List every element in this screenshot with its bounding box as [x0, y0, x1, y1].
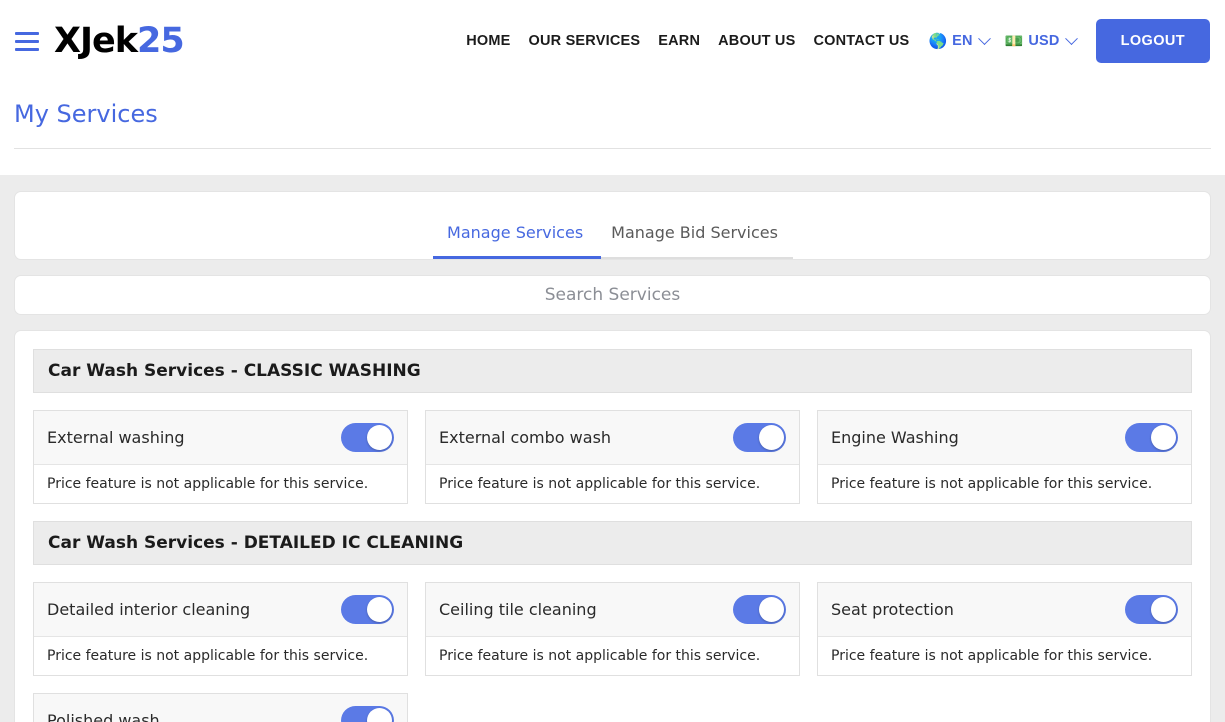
- service-toggle[interactable]: [1125, 423, 1178, 452]
- service-note: Price feature is not applicable for this…: [426, 637, 799, 675]
- service-note: Price feature is not applicable for this…: [818, 637, 1191, 675]
- service-card-header: External washing: [34, 411, 407, 465]
- hamburger-bar: [15, 48, 39, 51]
- service-toggle[interactable]: [341, 595, 394, 624]
- toggle-knob: [759, 597, 784, 622]
- toggle-knob: [367, 597, 392, 622]
- page-title-bar: My Services: [0, 82, 1225, 149]
- logout-button[interactable]: LOGOUT: [1096, 19, 1210, 63]
- service-card: Seat protection Price feature is not app…: [817, 582, 1192, 676]
- service-name: Seat protection: [831, 600, 954, 619]
- hamburger-menu-icon[interactable]: [10, 24, 44, 58]
- globe-icon: 🌎: [928, 34, 947, 49]
- search-input[interactable]: [15, 276, 1210, 314]
- active-tab-indicator: [433, 256, 601, 259]
- service-card-header: External combo wash: [426, 411, 799, 465]
- banknote-icon: 💵: [1005, 34, 1024, 49]
- main-content: Manage Services Manage Bid Services Car …: [0, 175, 1225, 722]
- currency-code: USD: [1028, 33, 1059, 49]
- service-card-grid: External washing Price feature is not ap…: [33, 410, 1192, 504]
- service-note: Price feature is not applicable for this…: [34, 465, 407, 503]
- hamburger-bar: [15, 40, 39, 43]
- service-name: External washing: [47, 428, 185, 447]
- tab-manage-bid-services[interactable]: Manage Bid Services: [597, 223, 792, 259]
- language-selector[interactable]: 🌎 EN: [918, 33, 994, 49]
- logo-accent-text: 25: [137, 21, 184, 61]
- service-card: Detailed interior cleaning Price feature…: [33, 582, 408, 676]
- title-spacer: [0, 149, 1225, 175]
- service-toggle[interactable]: [341, 423, 394, 452]
- nav-item-about-us[interactable]: ABOUT US: [709, 33, 804, 49]
- nav-item-contact-us[interactable]: CONTACT US: [804, 33, 918, 49]
- section-header-detailed-ic-cleaning: Car Wash Services - DETAILED IC CLEANING: [33, 521, 1192, 565]
- language-code: EN: [952, 33, 973, 49]
- currency-selector[interactable]: 💵 USD: [995, 33, 1082, 49]
- service-card-header: Ceiling tile cleaning: [426, 583, 799, 637]
- service-card: External combo wash Price feature is not…: [425, 410, 800, 504]
- service-card: Polished wash Price feature is not appli…: [33, 693, 408, 722]
- hamburger-bar: [15, 32, 39, 35]
- toggle-knob: [759, 425, 784, 450]
- services-panel: Car Wash Services - CLASSIC WASHING Exte…: [14, 330, 1211, 722]
- service-name: Polished wash: [47, 711, 160, 722]
- chevron-down-icon: [1065, 32, 1078, 45]
- site-logo[interactable]: XJek25: [54, 24, 184, 59]
- service-card: Engine Washing Price feature is not appl…: [817, 410, 1192, 504]
- service-note: Price feature is not applicable for this…: [426, 465, 799, 503]
- service-card: External washing Price feature is not ap…: [33, 410, 408, 504]
- toggle-knob: [367, 425, 392, 450]
- nav-item-home[interactable]: HOME: [457, 33, 519, 49]
- service-name: Engine Washing: [831, 428, 959, 447]
- service-toggle[interactable]: [1125, 595, 1178, 624]
- chevron-down-icon: [978, 32, 991, 45]
- service-toggle[interactable]: [341, 706, 394, 722]
- main-navigation: HOME OUR SERVICES EARN ABOUT US CONTACT …: [457, 19, 1210, 63]
- service-note: Price feature is not applicable for this…: [34, 637, 407, 675]
- service-card-header: Seat protection: [818, 583, 1191, 637]
- search-panel: [14, 275, 1211, 315]
- tabs-row: Manage Services Manage Bid Services: [15, 192, 1210, 259]
- service-card-header: Polished wash: [34, 694, 407, 722]
- nav-item-our-services[interactable]: OUR SERVICES: [520, 33, 650, 49]
- service-card-header: Engine Washing: [818, 411, 1191, 465]
- service-name: Ceiling tile cleaning: [439, 600, 597, 619]
- service-toggle[interactable]: [733, 423, 786, 452]
- tabs-panel: Manage Services Manage Bid Services: [14, 191, 1211, 260]
- tabs-underline: [433, 257, 793, 259]
- service-toggle[interactable]: [733, 595, 786, 624]
- tab-manage-services[interactable]: Manage Services: [433, 223, 597, 259]
- service-card: Ceiling tile cleaning Price feature is n…: [425, 582, 800, 676]
- nav-item-earn[interactable]: EARN: [649, 33, 709, 49]
- service-name: Detailed interior cleaning: [47, 600, 250, 619]
- toggle-knob: [1151, 597, 1176, 622]
- service-card-grid: Detailed interior cleaning Price feature…: [33, 582, 1192, 722]
- service-note: Price feature is not applicable for this…: [818, 465, 1191, 503]
- site-header: XJek25 HOME OUR SERVICES EARN ABOUT US C…: [0, 0, 1225, 82]
- toggle-knob: [367, 708, 392, 722]
- toggle-knob: [1151, 425, 1176, 450]
- service-name: External combo wash: [439, 428, 611, 447]
- section-header-classic-washing: Car Wash Services - CLASSIC WASHING: [33, 349, 1192, 393]
- service-card-header: Detailed interior cleaning: [34, 583, 407, 637]
- logo-primary-text: XJek: [54, 21, 137, 61]
- page-title: My Services: [14, 100, 1225, 148]
